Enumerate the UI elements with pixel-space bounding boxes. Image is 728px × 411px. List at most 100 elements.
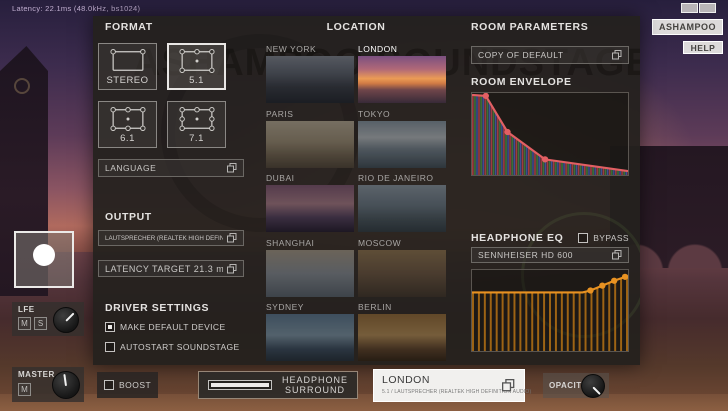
city-paris: PARIS (266, 109, 354, 168)
city-thumbnail-moscow[interactable] (358, 250, 446, 297)
room-preset-dropdown[interactable]: COPY OF DEFAULT (471, 46, 629, 64)
headphone-eq-chart[interactable] (471, 269, 629, 352)
headphone-surround-panel[interactable]: HEADPHONE SURROUND (198, 371, 358, 399)
driver-settings-title: DRIVER SETTINGS (105, 302, 209, 314)
main-panel: ASHAMPOO SOUNDSTAGE PRO FORMAT STEREO 5. (93, 16, 640, 365)
city-label: MOSCOW (358, 238, 446, 248)
master-panel: MASTER M (12, 367, 84, 402)
lfe-label: LFE (18, 305, 35, 314)
city-thumbnail-paris[interactable] (266, 121, 354, 168)
format-option-5-1[interactable]: 5.1 (167, 43, 226, 90)
city-sydney: SYDNEY (266, 302, 354, 361)
make-default-checkbox[interactable] (105, 322, 115, 332)
window-button[interactable] (699, 3, 716, 13)
city-shanghai: SHANGHAI (266, 238, 354, 297)
city-thumbnail-sydney[interactable] (266, 314, 354, 361)
output-device-dropdown[interactable]: LAUTSPRECHER (REALTEK HIGH DEFINITION AU… (98, 230, 244, 246)
bypass-label: BYPASS (593, 233, 629, 243)
city-london: LONDON (358, 44, 446, 103)
room-parameters-title: ROOM PARAMETERS (471, 21, 588, 33)
help-button[interactable]: HELP (683, 41, 723, 54)
active-location-label: LONDON (382, 374, 430, 386)
surround-6-1-icon (108, 106, 148, 132)
city-dubai: DUBAI (266, 173, 354, 232)
city-thumbnail-london[interactable] (358, 56, 446, 103)
clock-face (14, 78, 30, 94)
boost-label: BOOST (119, 380, 151, 390)
city-thumbnail-dubai[interactable] (266, 185, 354, 232)
lfe-solo-button[interactable]: S (34, 317, 47, 330)
autostart-checkbox[interactable] (105, 342, 115, 352)
master-mute-button[interactable]: M (18, 383, 31, 396)
latency-target-dropdown[interactable]: LATENCY TARGET 21.3 ms (98, 260, 244, 277)
copy-icon (502, 379, 515, 392)
autostart-label: AUTOSTART SOUNDSTAGE (120, 342, 240, 352)
ashampoo-button[interactable]: ASHAMPOO (652, 19, 723, 35)
format-option-7-1[interactable]: 7.1 (167, 101, 226, 148)
lfe-knob[interactable] (53, 307, 79, 333)
knob-needle (63, 374, 67, 386)
format-option-label: 6.1 (120, 133, 135, 144)
active-config-dropdown[interactable]: LONDON 5.1 / LAUTSPRECHER (REALTEK HIGH … (373, 369, 525, 402)
lfe-mute-button[interactable]: M (18, 317, 31, 330)
city-label: PARIS (266, 109, 354, 119)
city-thumbnail-new-york[interactable] (266, 56, 354, 103)
city-label: TOKYO (358, 109, 446, 119)
city-moscow: MOSCOW (358, 238, 446, 297)
headphone-model-label: SENNHEISER HD 600 (478, 250, 608, 260)
copy-icon (612, 250, 622, 260)
city-tokyo: TOKYO (358, 109, 446, 168)
city-rio-de-janeiro: RIO DE JANEIRO (358, 173, 446, 232)
master-label: MASTER (18, 370, 55, 379)
city-new-york: NEW YORK (266, 44, 354, 103)
format-option-label: STEREO (106, 75, 148, 86)
language-dropdown[interactable]: LANGUAGE (98, 159, 244, 177)
format-option-6-1[interactable]: 6.1 (98, 101, 157, 148)
bypass-checkbox[interactable] (578, 233, 588, 243)
room-preset-label: COPY OF DEFAULT (478, 50, 608, 60)
city-label: RIO DE JANEIRO (358, 173, 446, 183)
opacity-panel: OPACITY (543, 373, 609, 398)
make-default-label: MAKE DEFAULT DEVICE (120, 322, 226, 332)
city-label: SYDNEY (266, 302, 354, 312)
boost-panel[interactable]: BOOST (97, 372, 158, 398)
format-title: FORMAT (105, 21, 153, 33)
headphone-eq-plot[interactable] (472, 270, 628, 351)
city-label: BERLIN (358, 302, 446, 312)
format-grid: STEREO 5.1 (98, 43, 226, 148)
window-button[interactable] (681, 3, 698, 13)
surround-7-1-icon (177, 106, 217, 132)
format-option-label: 7.1 (189, 133, 204, 144)
location-title: LOCATION (266, 21, 446, 33)
boost-checkbox[interactable] (104, 380, 114, 390)
knob-needle (65, 313, 74, 322)
city-thumbnail-berlin[interactable] (358, 314, 446, 361)
city-thumbnail-rio-de-janeiro[interactable] (358, 185, 446, 232)
format-option-stereo[interactable]: STEREO (98, 43, 157, 90)
bypass-checkbox-row[interactable]: BYPASS (578, 233, 629, 243)
headphone-surround-label: HEADPHONE SURROUND (282, 375, 348, 395)
make-default-device-checkbox-row[interactable]: MAKE DEFAULT DEVICE (105, 322, 226, 332)
center-speaker-button[interactable] (14, 231, 74, 288)
room-envelope-plot[interactable] (472, 93, 628, 175)
city-label: NEW YORK (266, 44, 354, 54)
output-title: OUTPUT (105, 211, 152, 223)
lfe-panel: LFE M S (12, 302, 84, 336)
copy-icon (227, 264, 237, 274)
latency-target-label: LATENCY TARGET 21.3 ms (105, 264, 223, 274)
headphone-model-dropdown[interactable]: SENNHEISER HD 600 (471, 247, 629, 263)
surround-5-1-icon (177, 48, 217, 74)
opacity-knob[interactable] (581, 374, 605, 398)
location-grid: NEW YORK LONDON PARIS TOKYO DUBAI RIO DE… (266, 44, 446, 361)
city-label: LONDON (358, 44, 446, 54)
headphone-surround-checkbox[interactable] (208, 380, 272, 390)
output-device-label: LAUTSPRECHER (REALTEK HIGH DEFINITION AU… (105, 235, 223, 242)
copy-icon (227, 163, 237, 173)
city-thumbnail-tokyo[interactable] (358, 121, 446, 168)
master-knob[interactable] (52, 371, 80, 399)
room-envelope-chart[interactable] (471, 92, 629, 176)
city-thumbnail-shanghai[interactable] (266, 250, 354, 297)
copy-icon (227, 233, 237, 243)
autostart-soundstage-checkbox-row[interactable]: AUTOSTART SOUNDSTAGE (105, 342, 240, 352)
speaker-dot-icon (33, 244, 55, 266)
